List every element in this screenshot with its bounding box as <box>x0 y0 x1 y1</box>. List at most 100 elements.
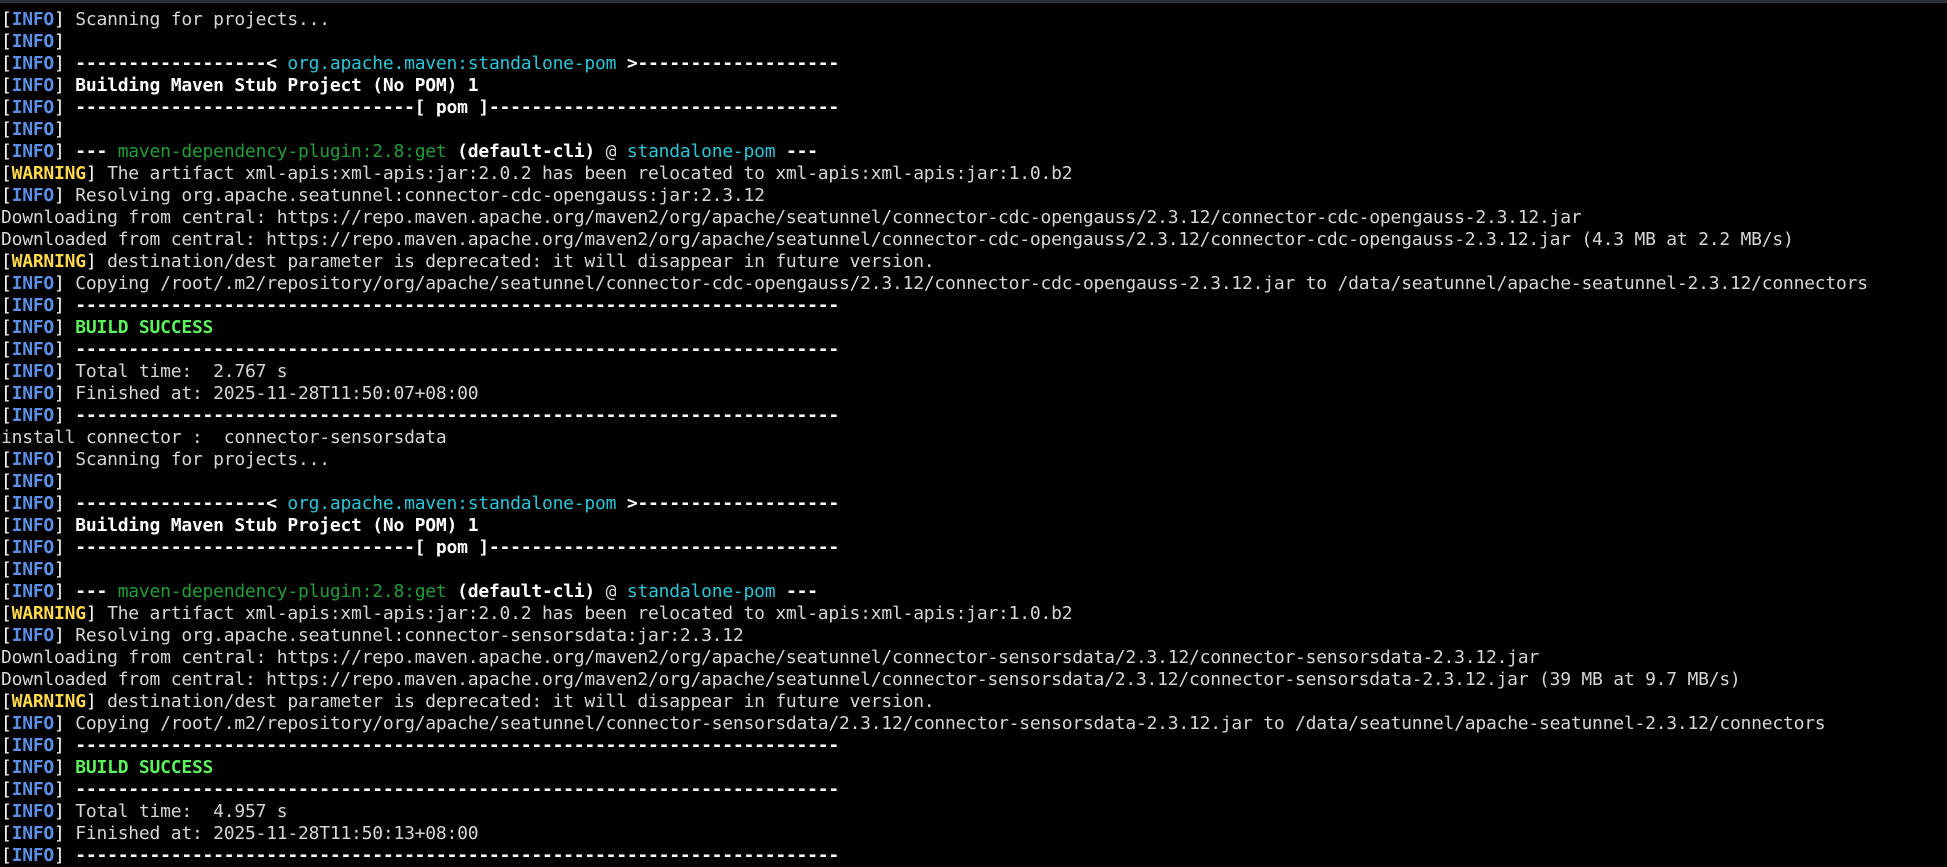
terminal-line: [INFO] --------------------------------[… <box>1 537 1868 559</box>
terminal-line: [INFO] ------------------< org.apache.ma… <box>1 53 1868 75</box>
terminal-line: [INFO] ------------------< org.apache.ma… <box>1 493 1868 515</box>
log-bracket: [ <box>1 515 12 536</box>
terminal-line: [INFO] ---------------------------------… <box>1 735 1868 757</box>
log-bracket: ] <box>54 449 76 470</box>
log-text: @ <box>595 581 627 602</box>
info-tag: INFO <box>11 75 55 96</box>
log-bracket: [ <box>1 361 12 382</box>
log-bracket: [ <box>1 735 12 756</box>
info-tag: INFO <box>11 823 55 844</box>
terminal-line: [INFO] Scanning for projects... <box>1 449 1868 471</box>
log-text: (default-cli) <box>446 141 596 162</box>
log-bracket: ] <box>54 493 76 514</box>
log-text: Scanning for projects... <box>75 9 330 30</box>
log-text: Total time: 4.957 s <box>75 801 288 822</box>
info-tag: INFO <box>11 405 55 426</box>
log-bracket: ] <box>54 295 76 316</box>
log-bracket: ] <box>54 75 76 96</box>
log-text: ----------------------------------------… <box>75 339 839 360</box>
terminal-line: [INFO] ---------------------------------… <box>1 845 1868 867</box>
info-tag: INFO <box>11 537 55 558</box>
info-tag: INFO <box>11 119 55 140</box>
log-text: Total time: 2.767 s <box>75 361 288 382</box>
log-bracket: ] <box>54 31 65 52</box>
log-bracket: ] <box>54 383 76 404</box>
log-bracket: [ <box>1 625 12 646</box>
log-bracket: [ <box>1 537 12 558</box>
log-text: Finished at: 2025-11-28T11:50:07+08:00 <box>75 383 479 404</box>
log-bracket: [ <box>1 31 12 52</box>
log-bracket: [ <box>1 383 12 404</box>
log-text: --- <box>775 141 818 162</box>
log-text: >------------------- <box>616 53 839 74</box>
log-bracket: [ <box>1 559 12 580</box>
terminal-window[interactable]: [INFO] Scanning for projects... [INFO] [IN… <box>0 0 1947 867</box>
log-bracket: ] <box>54 97 76 118</box>
log-bracket: [ <box>1 581 12 602</box>
log-bracket: [ <box>1 801 12 822</box>
log-bracket: [ <box>1 141 12 162</box>
log-bracket: ] <box>54 185 76 206</box>
log-bracket: [ <box>1 119 12 140</box>
warning-tag: WARNING <box>11 691 86 712</box>
info-tag: INFO <box>11 449 55 470</box>
terminal-line: Downloaded from central: https://repo.ma… <box>1 669 1868 691</box>
log-text: Downloaded from central: https://repo.ma… <box>1 229 1794 250</box>
warning-tag: WARNING <box>11 603 86 624</box>
terminal-line: [INFO] <box>1 119 1868 141</box>
log-bracket: [ <box>1 779 12 800</box>
log-bracket: ] <box>54 471 65 492</box>
terminal-line: [INFO] Building Maven Stub Project (No P… <box>1 75 1868 97</box>
log-text: Resolving org.apache.seatunnel:connector… <box>75 625 744 646</box>
info-tag: INFO <box>11 713 55 734</box>
info-tag: INFO <box>11 493 55 514</box>
log-text: The artifact xml-apis:xml-apis:jar:2.0.2… <box>107 603 1073 624</box>
build-success-label: BUILD SUCCESS <box>75 757 214 778</box>
log-text: install connector : connector-sensorsdat… <box>1 427 447 448</box>
terminal-line: [INFO] Total time: 4.957 s <box>1 801 1868 823</box>
log-bracket: ] <box>54 53 76 74</box>
log-text: --- <box>75 141 118 162</box>
log-text: Downloaded from central: https://repo.ma… <box>1 669 1741 690</box>
info-tag: INFO <box>11 361 55 382</box>
artifact-name: standalone-pom <box>626 581 776 602</box>
terminal-output[interactable]: [INFO] Scanning for projects... [INFO] [IN… <box>1 9 1868 867</box>
log-bracket: ] <box>54 625 76 646</box>
log-text: The artifact xml-apis:xml-apis:jar:2.0.2… <box>107 163 1073 184</box>
terminal-line: [INFO] BUILD SUCCESS <box>1 317 1868 339</box>
terminal-line: [WARNING] destination/dest parameter is … <box>1 251 1868 273</box>
log-text: Downloading from central: https://repo.m… <box>1 207 1582 228</box>
log-bracket: [ <box>1 845 12 866</box>
log-text: destination/dest parameter is deprecated… <box>107 691 935 712</box>
terminal-line: [INFO] BUILD SUCCESS <box>1 757 1868 779</box>
log-bracket: [ <box>1 757 12 778</box>
log-text: ----------------------------------------… <box>75 405 839 426</box>
log-bracket: [ <box>1 405 12 426</box>
warning-tag: WARNING <box>11 251 86 272</box>
log-bracket: ] <box>54 713 76 734</box>
plugin-name: maven-dependency-plugin:2.8:get <box>117 581 447 602</box>
log-bracket: ] <box>54 845 76 866</box>
terminal-line: [INFO] Finished at: 2025-11-28T11:50:07+… <box>1 383 1868 405</box>
info-tag: INFO <box>11 515 55 536</box>
log-text: --------------------------------[ pom ]-… <box>75 97 839 118</box>
log-text: Resolving org.apache.seatunnel:connector… <box>75 185 765 206</box>
info-tag: INFO <box>11 471 55 492</box>
log-text: ----------------------------------------… <box>75 845 839 866</box>
log-bracket: ] <box>54 581 76 602</box>
info-tag: INFO <box>11 845 55 866</box>
log-bracket: [ <box>1 713 12 734</box>
terminal-line: Downloading from central: https://repo.m… <box>1 647 1868 669</box>
terminal-line: [INFO] --- maven-dependency-plugin:2.8:g… <box>1 141 1868 163</box>
info-tag: INFO <box>11 53 55 74</box>
log-bracket: ] <box>85 163 108 184</box>
terminal-line: [INFO] Building Maven Stub Project (No P… <box>1 515 1868 537</box>
log-text: Copying /root/.m2/repository/org/apache/… <box>75 273 1868 294</box>
artifact-name: org.apache.maven:standalone-pom <box>287 53 617 74</box>
info-tag: INFO <box>11 273 55 294</box>
info-tag: INFO <box>11 383 55 404</box>
info-tag: INFO <box>11 185 55 206</box>
build-success-label: BUILD SUCCESS <box>75 317 214 338</box>
terminal-line: [INFO] --- maven-dependency-plugin:2.8:g… <box>1 581 1868 603</box>
terminal-line: Downloading from central: https://repo.m… <box>1 207 1868 229</box>
